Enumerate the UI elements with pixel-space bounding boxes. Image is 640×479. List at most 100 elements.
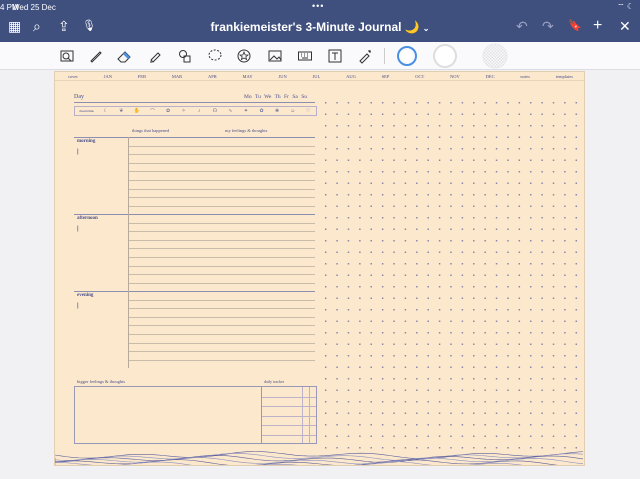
mood-icon[interactable]: ❀ — [269, 108, 285, 114]
document-title[interactable]: frankiemeister's 3-Minute Journal 🌙 ⌄ — [200, 20, 440, 34]
month-tab[interactable]: AUG — [346, 74, 356, 79]
mood-icon[interactable]: ⌒ — [145, 108, 161, 115]
search-icon[interactable]: ⌕ — [33, 18, 41, 34]
toolbar-divider — [384, 48, 385, 64]
mood-icon[interactable]: ♪ — [191, 108, 207, 114]
tracker-column-line — [309, 387, 310, 443]
month-tab[interactable]: MAY — [243, 74, 253, 79]
color-swatch-transparent[interactable] — [478, 43, 512, 69]
sticker-tool-icon[interactable] — [235, 47, 253, 65]
mood-icon[interactable]: ☺ — [285, 108, 301, 114]
redo-icon[interactable]: ↷ — [542, 18, 554, 34]
tracker-row-line — [262, 425, 316, 426]
month-tab[interactable]: NOV — [450, 74, 460, 79]
section-divider — [74, 214, 315, 215]
shapes-tool-icon[interactable] — [176, 47, 194, 65]
writing-line — [129, 308, 315, 310]
tally-marks: ||| — [77, 303, 78, 309]
month-tab[interactable]: notes — [520, 74, 530, 79]
writing-line — [129, 265, 315, 267]
column-divider — [128, 137, 129, 214]
writing-line — [129, 334, 315, 335]
tracker-column-line — [302, 387, 303, 443]
mood-bar[interactable]: dreamtime ☾ ❦ ✋ ⌒ ✿ ✧ ♪ ☊ ∿ ✦ ✿ ❀ ☺ ♡ — [74, 106, 317, 116]
month-tab[interactable]: JUL — [313, 74, 321, 79]
section-morning[interactable]: morning ||| — [74, 137, 315, 214]
tracker-row-line — [262, 406, 316, 407]
month-tab[interactable]: APR — [208, 74, 217, 79]
close-icon[interactable]: ✕ — [619, 18, 631, 34]
section-afternoon[interactable]: afternoon ||| — [74, 214, 315, 291]
things-happened-heading: things that happened — [132, 128, 170, 133]
mood-icon[interactable]: ❦ — [114, 108, 130, 114]
section-evening[interactable]: evening ||| — [74, 291, 315, 368]
day-label: Day — [74, 94, 84, 100]
tally-marks: ||| — [77, 149, 78, 155]
writing-line — [129, 351, 315, 353]
section-label: afternoon — [77, 216, 98, 221]
lasso-zoom-tool-icon[interactable] — [58, 47, 76, 65]
writing-line — [129, 180, 315, 181]
pen-tool-icon[interactable] — [87, 47, 105, 65]
weekday-selector[interactable]: Mo Tu We Th Fr Sa Su — [244, 94, 307, 100]
writing-line — [129, 316, 315, 318]
month-tab[interactable]: OCT — [415, 74, 424, 79]
lasso-tool-icon[interactable] — [206, 47, 224, 65]
date-underline — [74, 102, 315, 103]
eraser-tool-icon[interactable] — [115, 47, 133, 65]
status-icons: ⌔ ☾ — [617, 2, 634, 11]
grid-view-icon[interactable]: ▦ — [8, 18, 21, 34]
writing-line — [129, 299, 315, 301]
dot-grid-area[interactable] — [320, 97, 582, 452]
bookmark-icon[interactable]: 🔖 — [568, 18, 582, 34]
mood-icon[interactable]: ✋ — [129, 108, 145, 114]
mood-icon[interactable]: ✿ — [160, 108, 176, 114]
share-icon[interactable]: ⇪ — [58, 18, 70, 34]
mood-icon[interactable]: ✿ — [254, 108, 270, 114]
mood-icon[interactable]: ♡ — [300, 108, 316, 114]
month-tabs: cover JAN FEB MAR APR MAY JUN JUL AUG SEP OCT NOV DE… — [55, 72, 584, 81]
daily-tracker-heading: daily tracker — [264, 379, 285, 384]
mood-icon[interactable]: ∿ — [223, 108, 239, 114]
mood-label: dreamtime — [79, 109, 94, 113]
month-tab[interactable]: templates — [556, 74, 573, 79]
journal-page[interactable]: cover JAN FEB MAR APR MAY JUN JUL AUG SEP OCT NOV DE… — [54, 71, 585, 466]
writing-line — [129, 248, 315, 250]
add-page-icon[interactable]: + — [593, 18, 602, 34]
writing-line — [129, 231, 315, 233]
undo-icon[interactable]: ↶ — [516, 18, 528, 34]
daily-tracker-grid[interactable] — [261, 386, 317, 444]
color-swatch-white[interactable] — [432, 43, 458, 69]
text-tool-icon[interactable] — [326, 47, 344, 65]
month-tab[interactable]: FEB — [138, 74, 146, 79]
writing-line — [129, 325, 315, 327]
color-swatch-blue[interactable] — [396, 45, 418, 67]
mood-icon[interactable]: ✧ — [176, 108, 192, 114]
writing-line — [129, 359, 315, 361]
month-tab[interactable]: DEC — [486, 74, 495, 79]
bigger-feelings-box[interactable] — [74, 386, 262, 444]
column-divider — [128, 291, 129, 368]
highlighter-tool-icon[interactable] — [146, 47, 164, 65]
mood-icon[interactable]: ✦ — [238, 108, 254, 114]
tally-marks: ||| — [77, 226, 78, 232]
month-tab[interactable]: JAN — [104, 74, 112, 79]
month-tab[interactable]: cover — [68, 74, 78, 79]
keyboard-tool-icon[interactable] — [296, 47, 314, 65]
month-tab[interactable]: MAR — [172, 74, 182, 79]
tracker-row-line — [262, 415, 316, 417]
multitasking-dots[interactable]: ••• — [312, 1, 324, 11]
writing-line — [129, 197, 315, 199]
writing-line — [129, 205, 315, 207]
microphone-icon[interactable]: 🎙 — [82, 18, 96, 34]
section-label: morning — [77, 139, 96, 144]
section-divider — [74, 291, 315, 292]
writing-line — [129, 154, 315, 156]
mood-icon[interactable]: ☊ — [207, 108, 223, 114]
laser-pointer-tool-icon[interactable] — [356, 47, 374, 65]
tracker-row-line — [262, 434, 316, 436]
image-tool-icon[interactable] — [266, 47, 284, 65]
month-tab[interactable]: JUN — [278, 74, 286, 79]
mood-icon[interactable]: ☾ — [98, 108, 114, 114]
month-tab[interactable]: SEP — [382, 74, 390, 79]
